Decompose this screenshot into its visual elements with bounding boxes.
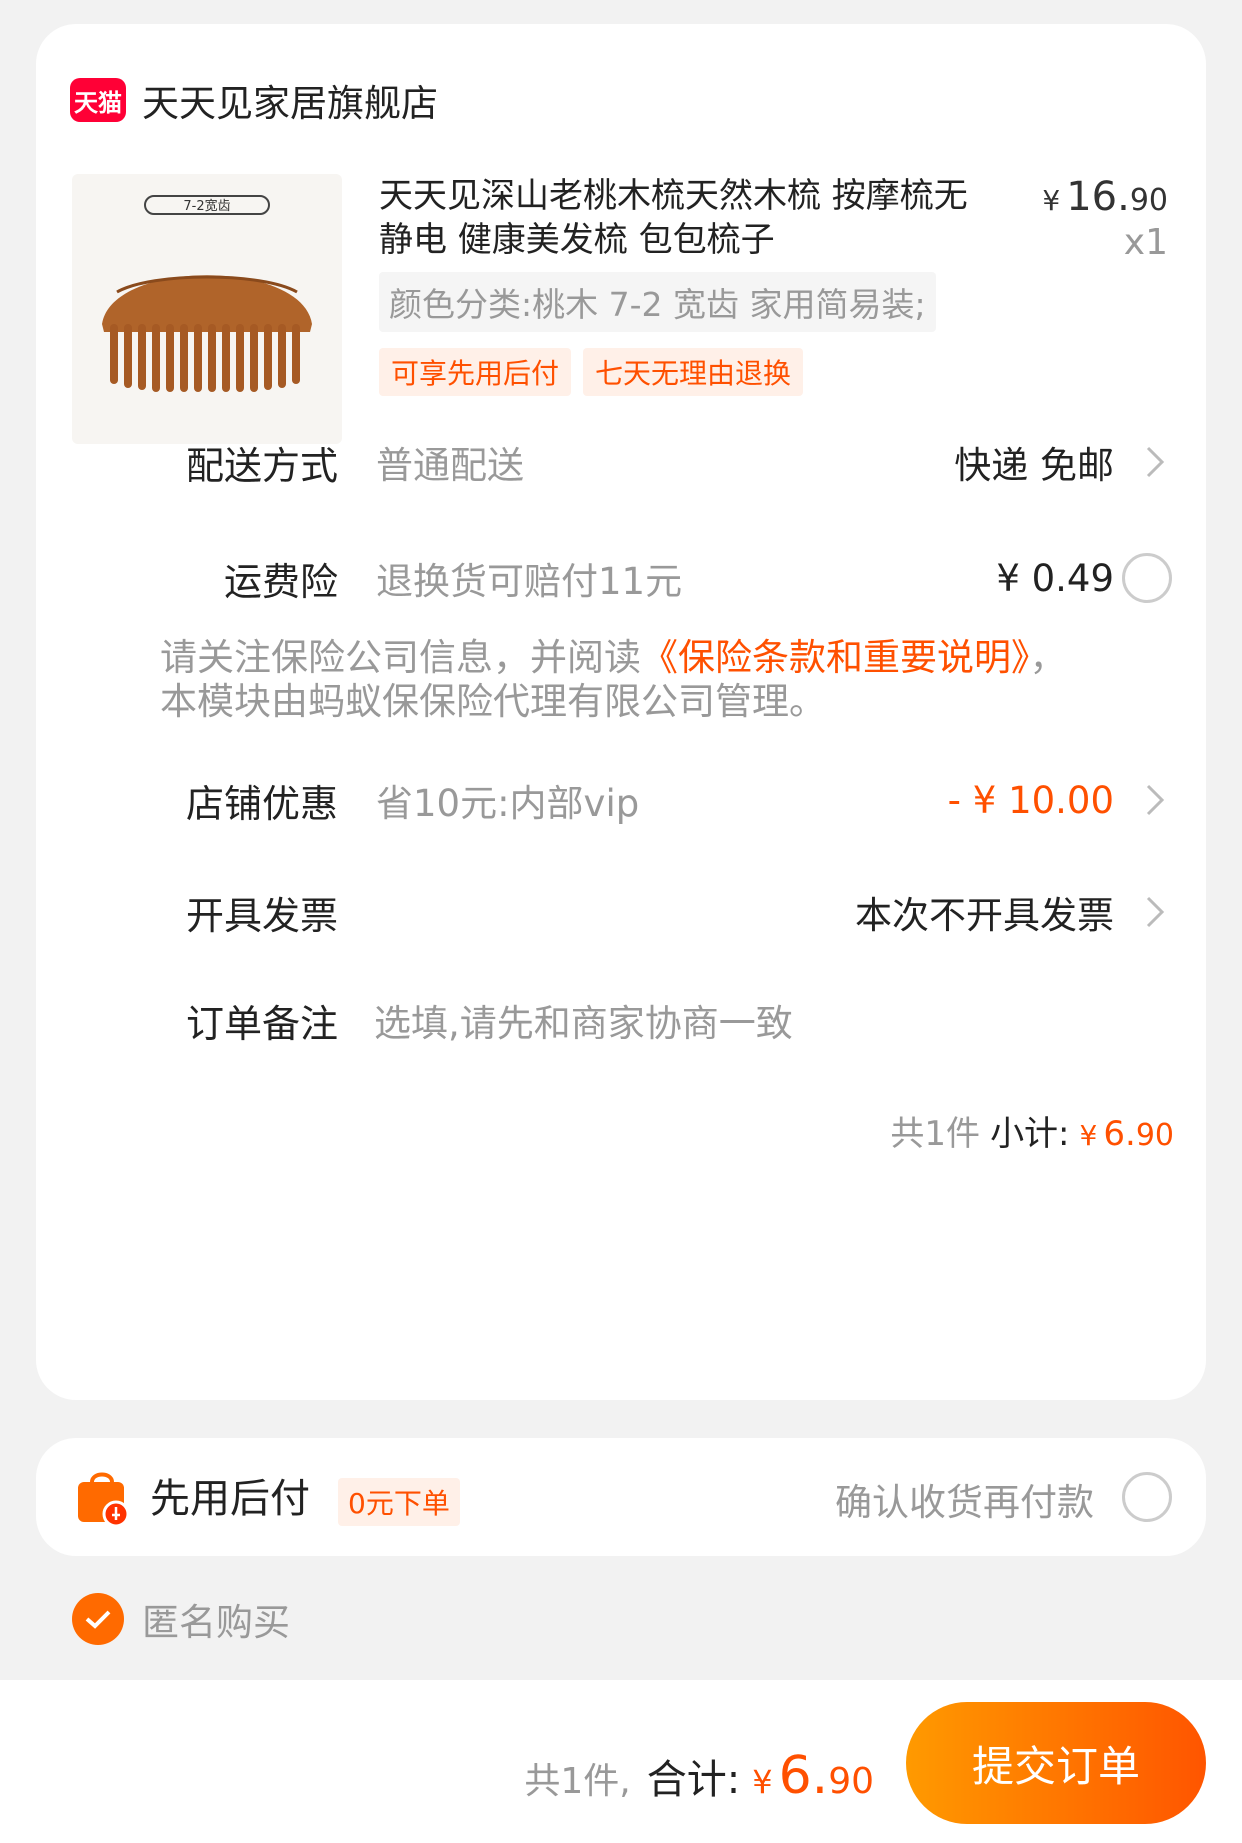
subtotal-label: 小计:: [990, 1114, 1070, 1154]
insurance-notice: 请关注保险公司信息，并阅读《保险条款和重要说明》，本模块由蚂蚁保保险代理有限公司…: [160, 636, 1080, 724]
tag-free-return: 七天无理由退换: [583, 348, 804, 396]
product-title[interactable]: 天天见深山老桃木梳天然木梳 按摩梳无静电 健康美发梳 包包梳子: [379, 174, 999, 262]
check-circle-icon[interactable]: [72, 1593, 124, 1645]
subtotal-currency: ¥: [1079, 1119, 1098, 1152]
invoice-value: 本次不开具发票: [855, 894, 1114, 937]
invoice-label: 开具发票: [185, 893, 338, 938]
delivery-label: 配送方式: [185, 443, 338, 488]
pay-later-desc: 确认收货再付款: [835, 1481, 1094, 1524]
price-currency: ¥: [1042, 184, 1061, 217]
subtotal-count: 共1件: [890, 1114, 981, 1154]
order-total: 共1件, 合计: ¥6.90: [524, 1746, 874, 1806]
invoice-row[interactable]: 开具发票 本次不开具发票: [36, 882, 1206, 942]
remark-input[interactable]: 选填,请先和商家协商一致: [374, 993, 793, 1047]
pay-later-tag: 0元下单: [338, 1478, 460, 1526]
shopping-bag-icon: [78, 1472, 130, 1528]
tag-pay-later: 可享先用后付: [379, 348, 572, 396]
delivery-row[interactable]: 配送方式 普通配送 快递 免邮: [36, 432, 1206, 492]
product-image[interactable]: 7-2宽齿: [72, 174, 342, 444]
tmall-logo-icon: 天猫: [70, 78, 126, 122]
product-sku[interactable]: 颜色分类:桃木 7-2 宽齿 家用简易装;: [379, 272, 936, 332]
total-decimal: 90: [828, 1761, 874, 1802]
total-integer: 6.: [778, 1746, 829, 1806]
total-currency: ¥: [752, 1763, 773, 1801]
notice-prefix: 请关注保险公司信息，并阅读: [160, 636, 641, 679]
subtotal-amount: ¥6.90: [1080, 1114, 1174, 1154]
insurance-price: ¥ 0.49: [996, 556, 1114, 600]
anonymous-purchase[interactable]: 匿名购买: [72, 1592, 290, 1646]
delivery-method: 快递 免邮: [954, 444, 1114, 487]
comb-illustration: 7-2宽齿: [102, 195, 312, 392]
pay-later-title: 先用后付: [150, 1476, 310, 1522]
discount-row[interactable]: 店铺优惠 省10元:内部vip - ¥ 10.00: [36, 770, 1206, 830]
subtotal: 共1件 小计: ¥6.90: [890, 1106, 1174, 1155]
insurance-value: 退换货可赔付11元: [376, 560, 683, 603]
insurance-radio[interactable]: [1122, 553, 1172, 603]
remark-row: 订单备注 选填,请先和商家协商一致: [36, 990, 1206, 1050]
anonymous-label: 匿名购买: [142, 1601, 290, 1644]
insurance-label: 运费险: [223, 559, 338, 604]
pay-later-radio[interactable]: [1122, 1472, 1172, 1522]
store-header[interactable]: 天猫 天天见家居旗舰店: [70, 68, 438, 132]
submit-order-button[interactable]: 提交订单: [906, 1702, 1206, 1824]
insurance-row: 运费险 退换货可赔付11元 ¥ 0.49: [36, 548, 1206, 608]
bottom-bar: 共1件, 合计: ¥6.90 提交订单: [0, 1680, 1242, 1843]
subtotal-integer: 6.: [1103, 1114, 1136, 1154]
price-integer: 16.: [1066, 174, 1130, 220]
chevron-right-icon: [1146, 446, 1165, 478]
product-price: ¥16.90: [1042, 174, 1168, 220]
delivery-value: 普通配送: [376, 444, 524, 487]
remark-label: 订单备注: [185, 1001, 338, 1046]
subtotal-decimal: 90: [1135, 1118, 1174, 1153]
store-name[interactable]: 天天见家居旗舰店: [142, 73, 438, 127]
total-amount: ¥6.90: [752, 1746, 874, 1806]
total-count: 共1件,: [524, 1761, 631, 1802]
discount-label: 店铺优惠: [185, 781, 338, 826]
pay-later-card[interactable]: 先用后付 0元下单 确认收货再付款: [36, 1438, 1206, 1556]
store-order-card: 天猫 天天见家居旗舰店 7-2宽齿 天天见深山老桃木梳天然木梳 按摩梳无静电 健…: [36, 24, 1206, 1400]
chevron-right-icon: [1146, 896, 1165, 928]
chevron-right-icon: [1146, 784, 1165, 816]
comb-size-label: 7-2宽齿: [183, 198, 230, 214]
product-tags: 可享先用后付 七天无理由退换: [379, 348, 804, 396]
discount-amount: - ¥ 10.00: [947, 778, 1114, 822]
discount-value: 省10元:内部vip: [376, 782, 640, 825]
price-decimal: 90: [1129, 183, 1168, 218]
product-quantity: x1: [1123, 222, 1168, 263]
total-label: 合计:: [646, 1757, 741, 1803]
insurance-terms-link[interactable]: 《保险条款和重要说明》: [641, 636, 1030, 679]
